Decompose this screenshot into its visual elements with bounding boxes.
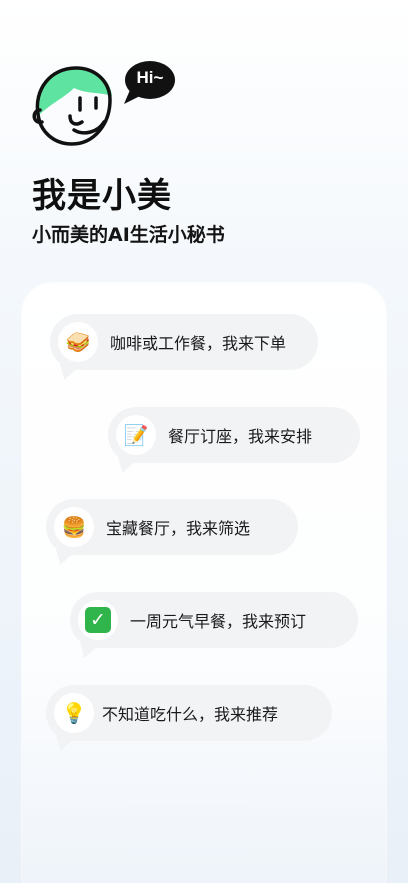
suggestion-label: 不知道吃什么，我来推荐 [102,705,279,724]
greeting-text: Hi~ [136,68,164,87]
suggestion-label: 宝藏餐厅，我来筛选 [106,519,251,538]
suggestion-label: 餐厅订座，我来安排 [168,427,313,446]
suggestion-label: 一周元气早餐，我来预订 [130,612,307,631]
avatar [30,64,114,148]
suggestions-card [22,283,386,883]
suggestion-chip-recommend[interactable]: 💡 不知道吃什么，我来推荐 [46,685,332,741]
suggestion-chip-find-restaurant[interactable]: 🍔 宝藏餐厅，我来筛选 [46,499,298,555]
suggestion-chip-book-table[interactable]: 📝 餐厅订座，我来安排 [108,407,360,463]
lightbulb-icon: 💡 [54,693,94,733]
sandwich-icon: 🥪 [58,322,98,362]
check-icon: ✓ [78,600,118,640]
suggestion-label: 咖啡或工作餐，我来下单 [110,334,287,353]
page-title: 我是小美 [32,176,172,216]
smiling-face-avatar-icon [32,66,112,146]
page-subtitle: 小而美的AI生活小秘书 [32,224,225,246]
memo-icon: 📝 [116,415,156,455]
suggestion-chip-breakfast[interactable]: ✓ 一周元气早餐，我来预订 [70,592,358,648]
suggestion-chip-order-coffee[interactable]: 🥪 咖啡或工作餐，我来下单 [50,314,318,370]
burger-icon: 🍔 [54,507,94,547]
